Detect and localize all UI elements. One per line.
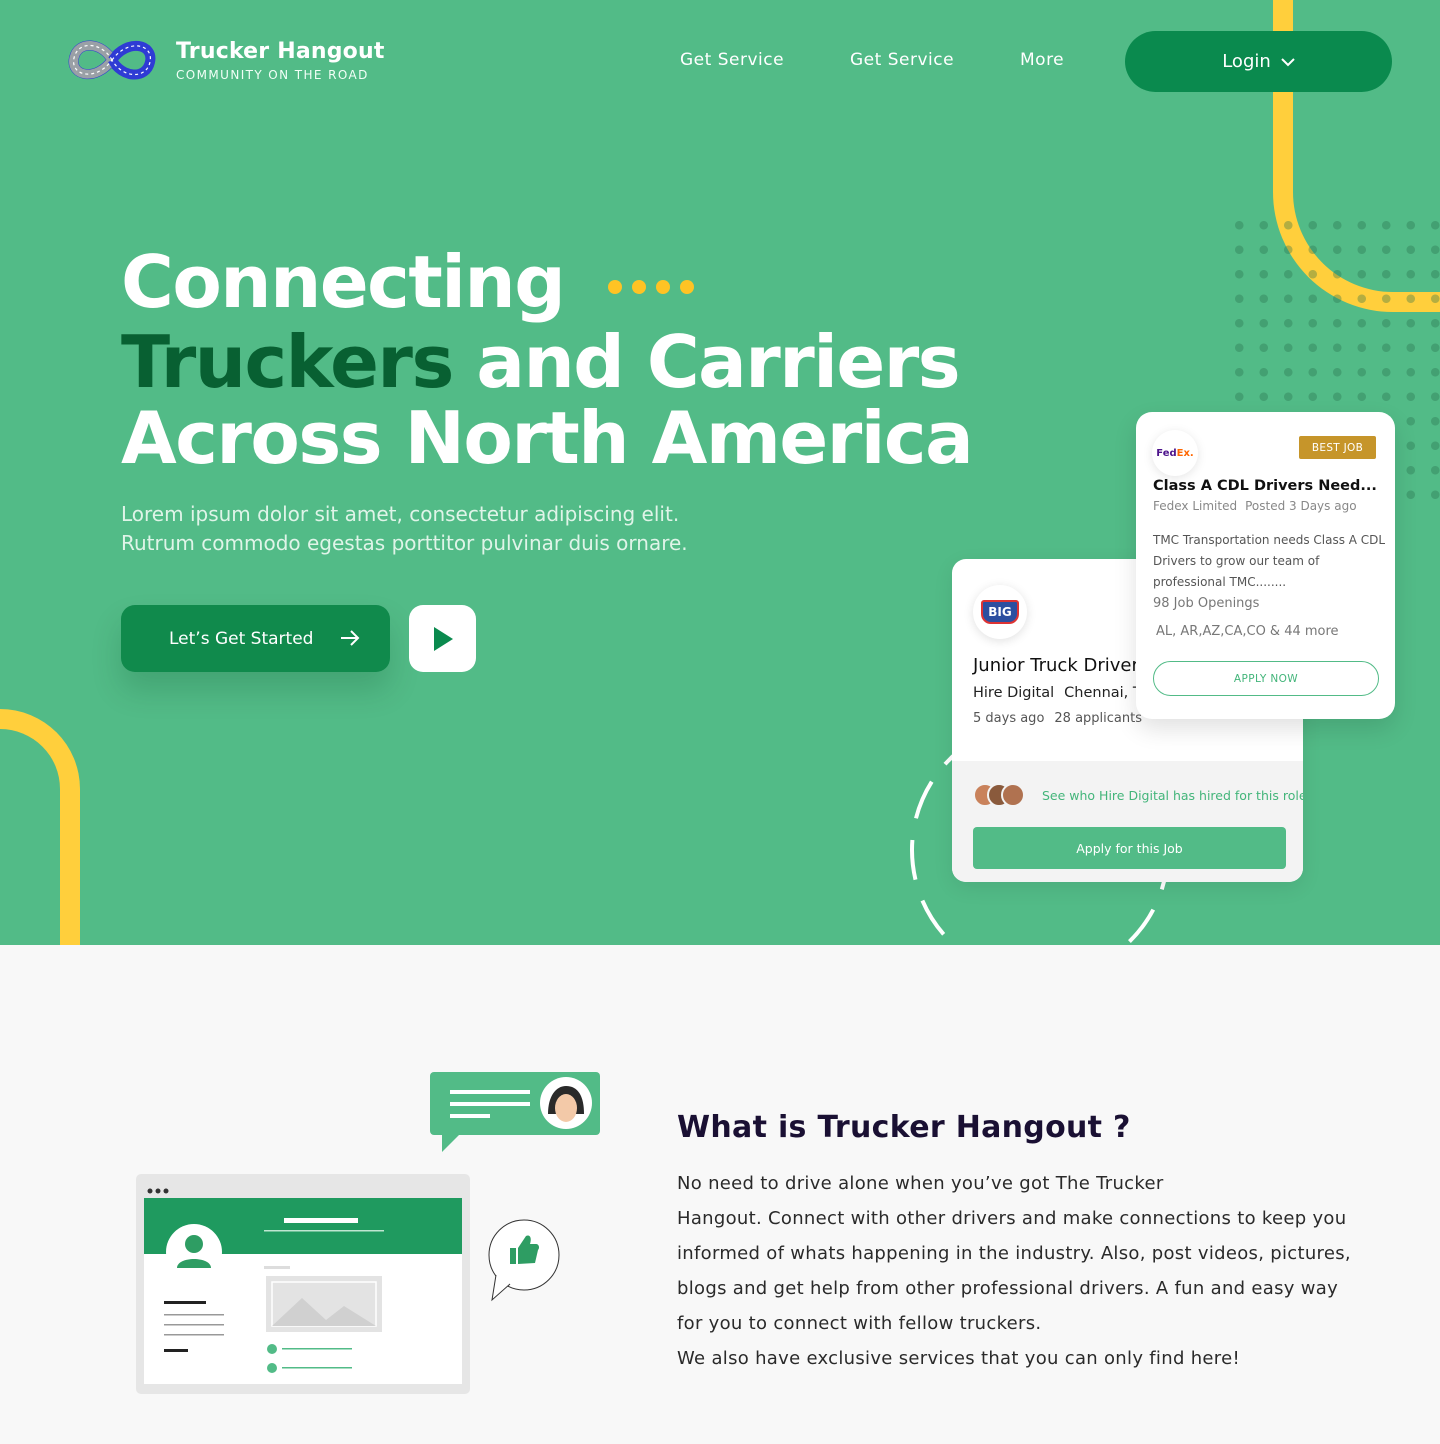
- brand-logo[interactable]: Trucker Hangout COMMUNITY ON THE ROAD: [66, 34, 385, 86]
- headline-rest: and Carriers: [452, 320, 960, 404]
- decorative-road-arc: [0, 709, 80, 945]
- see-who-hired-link[interactable]: See who Hire Digital has hired for this …: [1042, 788, 1303, 803]
- headline-word: Connecting: [121, 240, 566, 324]
- about-paragraph-rest: Hangout. Connect with other drivers and …: [677, 1208, 1351, 1334]
- job-applicants: 28 applicants: [1054, 711, 1142, 726]
- job-posted: Posted 3 Days ago: [1245, 499, 1357, 513]
- about-body: No need to drive alone when you’ve got T…: [677, 1166, 1367, 1376]
- ellipsis-dots: [607, 280, 694, 295]
- chevron-down-icon: [1281, 57, 1295, 66]
- hero-subtitle-line1: Lorem ipsum dolor sit amet, consectetur …: [121, 502, 680, 526]
- nav-link-more[interactable]: More: [1020, 50, 1064, 70]
- headline-highlight: Truckers: [121, 320, 454, 404]
- job-title: Class A CDL Drivers Need...: [1153, 478, 1377, 494]
- hero-subtitle-line2: Rutrum commodo egestas porttitor pulvina…: [121, 531, 688, 555]
- best-job-badge: BEST JOB: [1299, 436, 1376, 459]
- nav-link-get-service[interactable]: Get Service: [680, 50, 784, 70]
- get-started-label: Let’s Get Started: [169, 628, 314, 649]
- play-video-button[interactable]: [409, 605, 476, 672]
- job-stats: 5 days ago 28 applicants: [973, 711, 1142, 726]
- company-logo-text: BIG: [981, 600, 1019, 624]
- job-openings: 98 Job Openings: [1153, 596, 1260, 611]
- brand-text: Trucker Hangout COMMUNITY ON THE ROAD: [176, 39, 385, 82]
- social-profile-illustration: [136, 1072, 600, 1394]
- job-card-footer: See who Hire Digital has hired for this …: [952, 761, 1303, 882]
- about-paragraph-line1: No need to drive alone when you’ve got T…: [677, 1173, 1164, 1194]
- logo-fe: Fed: [1156, 447, 1177, 459]
- nav-link-get-service-2[interactable]: Get Service: [850, 50, 954, 70]
- hero-headline-line3: Across North America: [121, 396, 974, 480]
- company-logo: BIG: [973, 585, 1027, 639]
- arrow-right-icon: [341, 630, 360, 646]
- about-title: What is Trucker Hangout ?: [677, 1110, 1131, 1145]
- apply-now-button[interactable]: APPLY NOW: [1153, 661, 1379, 696]
- brand-title: Trucker Hangout: [176, 38, 385, 64]
- infinity-road-icon: [68, 40, 156, 80]
- apply-for-job-button[interactable]: Apply for this Job: [973, 827, 1286, 869]
- hired-avatars: [973, 783, 1025, 807]
- hero-headline-line2: Truckers and Carriers: [121, 326, 961, 398]
- hero-headline-line1: Connecting: [121, 246, 694, 318]
- job-posted: 5 days ago: [973, 711, 1045, 726]
- job-company-posted: Fedex Limited Posted 3 Days ago: [1153, 499, 1357, 513]
- job-company: Fedex Limited: [1153, 499, 1238, 513]
- login-button[interactable]: Login: [1125, 31, 1392, 92]
- job-company: Hire Digital: [973, 685, 1055, 701]
- job-states: AL, AR,AZ,CA,CO & 44 more: [1156, 624, 1339, 639]
- play-icon: [433, 626, 453, 651]
- hero-subtitle: Lorem ipsum dolor sit amet, consectetur …: [121, 500, 821, 558]
- job-card-class-a-cdl[interactable]: Fed Ex. BEST JOB Class A CDL Drivers Need…: [1136, 412, 1395, 719]
- avatar: [1001, 783, 1025, 807]
- company-logo: Fed Ex.: [1152, 430, 1198, 476]
- brand-subtitle: COMMUNITY ON THE ROAD: [176, 67, 369, 82]
- job-description: TMC Transportation needs Class A CDL Dri…: [1153, 533, 1386, 589]
- login-label: Login: [1222, 51, 1271, 72]
- get-started-button[interactable]: Let’s Get Started: [121, 605, 390, 672]
- about-paragraph-2: We also have exclusive services that you…: [677, 1348, 1240, 1369]
- logo-ex: Ex.: [1176, 447, 1194, 459]
- job-title: Junior Truck Driver: [973, 655, 1139, 676]
- hero-section: Trucker Hangout COMMUNITY ON THE ROAD Ge…: [0, 0, 1440, 945]
